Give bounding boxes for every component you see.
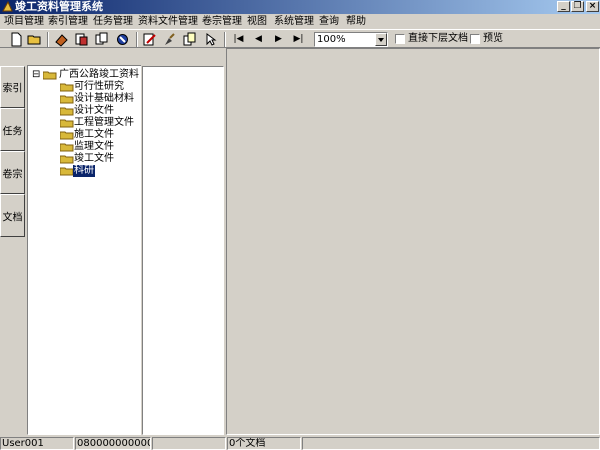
menu-dossier[interactable]: 卷宗管理 <box>202 15 242 28</box>
title-bar[interactable]: 竣工资料管理系统 _ ❐ × <box>0 0 600 14</box>
menu-view[interactable]: 视图 <box>247 15 267 28</box>
menu-project[interactable]: 项目管理 <box>4 15 44 28</box>
tab-task-label: 任务 <box>2 126 23 137</box>
tree-item[interactable]: 工程管理文件 <box>74 117 134 129</box>
minimize-button[interactable]: _ <box>557 1 570 12</box>
tab-task[interactable]: 任务 <box>0 108 25 151</box>
tree-expander[interactable]: ⊟ <box>32 69 40 81</box>
toolbar-separator <box>47 32 49 47</box>
tree-panel-header <box>27 48 141 66</box>
preview-checkbox[interactable] <box>470 34 480 44</box>
menu-system[interactable]: 系统管理 <box>274 15 314 28</box>
close-button[interactable]: × <box>586 1 599 12</box>
preview-label: 预览 <box>483 33 503 44</box>
tree-root[interactable]: 广西公路竣工资料 <box>59 69 139 81</box>
status-user: User001 <box>0 437 74 450</box>
toolbar-separator <box>224 32 226 47</box>
tool-b-icon[interactable] <box>74 32 89 47</box>
menu-help[interactable]: 帮助 <box>346 15 366 28</box>
preview-panel[interactable] <box>226 48 600 435</box>
chevron-down-icon <box>378 38 384 42</box>
status-bar: User001 080000000000 0个文档 <box>0 436 600 450</box>
tree-item[interactable]: 监理文件 <box>74 141 114 153</box>
tab-dossier-label: 卷宗 <box>2 169 23 180</box>
folder-icon <box>60 95 74 104</box>
status-cell <box>152 437 226 450</box>
prev-page-icon[interactable]: ◀ <box>251 32 266 47</box>
tree-item[interactable]: 设计文件 <box>74 105 114 117</box>
dropdown-button[interactable] <box>375 33 387 46</box>
pointer-icon[interactable] <box>203 32 218 47</box>
folder-icon <box>60 167 74 176</box>
edit-icon[interactable] <box>142 32 157 47</box>
toolbar-separator <box>136 32 138 47</box>
folder-icon <box>60 155 74 164</box>
open-icon[interactable] <box>27 32 42 47</box>
folder-icon <box>60 119 74 128</box>
tree-item[interactable]: 设计基础材料 <box>74 93 134 105</box>
folder-icon <box>43 71 57 80</box>
first-page-icon[interactable]: |◀ <box>231 32 246 47</box>
menu-files[interactable]: 资料文件管理 <box>138 15 198 28</box>
new-icon[interactable] <box>9 32 24 47</box>
toolbar: |◀ ◀ ▶ ▶| 100% 直接下层文档 预览 <box>0 29 600 48</box>
folder-icon <box>60 131 74 140</box>
folder-icon <box>60 107 74 116</box>
close-icon: × <box>588 1 597 11</box>
menu-bar: 项目管理 索引管理 任务管理 资料文件管理 卷宗管理 视图 系统管理 查询 帮助 <box>0 14 600 29</box>
last-page-icon[interactable]: ▶| <box>291 32 306 47</box>
tab-document[interactable]: 文档 <box>0 194 25 237</box>
tool-d-icon[interactable] <box>115 32 130 47</box>
window-title: 竣工资料管理系统 <box>15 0 103 13</box>
tool-c-icon[interactable] <box>94 32 109 47</box>
tab-index-label: 索引 <box>2 83 23 95</box>
document-list-panel[interactable] <box>142 66 224 435</box>
zoom-select[interactable]: 100% <box>314 32 388 47</box>
status-doc-count: 0个文档 <box>227 437 301 450</box>
menu-task[interactable]: 任务管理 <box>93 15 133 28</box>
restore-icon: ❐ <box>573 1 582 11</box>
zoom-value: 100% <box>317 34 346 45</box>
tree-item[interactable]: 可行性研究 <box>74 81 124 93</box>
brush-icon[interactable] <box>162 32 177 47</box>
copy-icon[interactable] <box>182 32 197 47</box>
folder-icon <box>60 83 74 92</box>
tab-index[interactable]: 索引 <box>0 66 25 108</box>
folder-icon <box>60 143 74 152</box>
app-icon <box>2 1 13 12</box>
direct-download-label: 直接下层文档 <box>408 33 468 44</box>
status-extra <box>302 437 600 450</box>
tree-item[interactable]: 施工文件 <box>74 129 114 141</box>
tab-dossier[interactable]: 卷宗 <box>0 151 25 194</box>
restore-button[interactable]: ❐ <box>571 1 584 12</box>
minimize-icon: _ <box>561 1 566 11</box>
menu-index[interactable]: 索引管理 <box>48 15 88 28</box>
tab-document-label: 文档 <box>2 212 23 223</box>
tool-a-icon[interactable] <box>54 32 69 47</box>
menu-query[interactable]: 查询 <box>319 15 339 28</box>
tree-item-selected[interactable]: 科研 <box>73 165 95 177</box>
tree-panel[interactable]: ⊟ 广西公路竣工资料 可行性研究 设计基础材料 设计文件 工程管理文件 施工文件… <box>27 48 141 435</box>
tree-item[interactable]: 竣工文件 <box>74 153 114 165</box>
direct-download-checkbox[interactable] <box>395 34 405 44</box>
status-code: 080000000000 <box>75 437 151 450</box>
next-page-icon[interactable]: ▶ <box>271 32 286 47</box>
